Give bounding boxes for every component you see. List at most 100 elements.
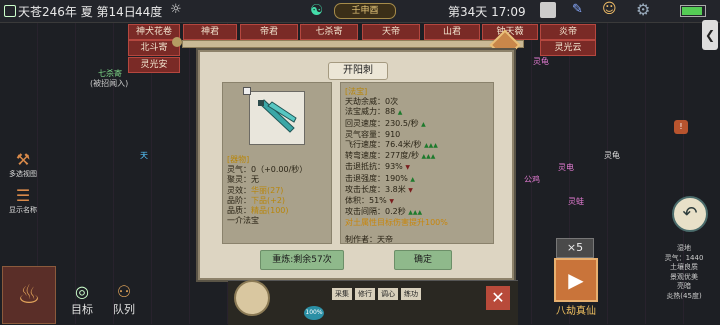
map-tag[interactable]: 天帝: [362, 24, 420, 40]
stat-line: 攻击长度：3.8米 ▼: [345, 184, 413, 194]
stat-line: 转弯速度：277度/秒 ▲▲▲: [345, 151, 436, 161]
stat-line: 法宝威力：88 ▲: [345, 107, 403, 117]
multi-select-icon: ⚒: [15, 150, 31, 169]
show-names-button[interactable]: ☰ 显示名称: [6, 186, 40, 215]
eight-kalpa-label: 八劫真仙: [556, 306, 596, 317]
map-tag[interactable]: 山君: [424, 24, 480, 40]
stat-line: [器物]: [227, 155, 250, 164]
npc-label[interactable]: 灵龟: [604, 150, 620, 161]
collapse-panel-button[interactable]: ❮: [702, 20, 718, 50]
map-tag[interactable]: 炎帝: [540, 24, 596, 40]
emoji-icon[interactable]: ☺: [602, 1, 617, 17]
notification-icon[interactable]: !: [674, 120, 688, 134]
stat-line: 一介法宝: [227, 216, 259, 226]
home-icon[interactable]: [4, 5, 16, 17]
map-tag[interactable]: 灵光安: [128, 57, 180, 73]
work-tab[interactable]: 采集: [332, 288, 352, 300]
lock-icon[interactable]: [243, 87, 251, 95]
game-time: 第34天 17:09: [448, 5, 526, 19]
item-detail-dialog: 开阳刺 [器物] 灵气：0（+0.00/秒） 聚灵：无 灵效：华丽(27) 品阶…: [198, 50, 514, 280]
stat-line: 击退强度：190% ▲: [345, 173, 416, 183]
up-arrow-icon: ▲: [410, 175, 416, 183]
treasure-stats-panel: [法宝] 天劫余威：0次 法宝威力：88 ▲ 回灵速度：230.5/秒 ▲ 灵气…: [340, 82, 494, 244]
show-names-icon: ☰: [15, 186, 31, 205]
stat-line: 品阶：下品(+2): [227, 195, 286, 205]
save-icon[interactable]: [540, 2, 556, 18]
stat-line: 灵效：华丽(27): [227, 185, 284, 195]
map-tag[interactable]: 七杀寄: [300, 24, 358, 40]
play-button[interactable]: ▶: [554, 258, 598, 302]
sun-icon: ☼: [170, 2, 182, 17]
npc-sublabel: (被招闻入): [90, 79, 129, 88]
terrain-name: 湿地: [677, 244, 691, 252]
yinyang-icon[interactable]: ☯: [310, 1, 323, 19]
up-arrow-icon: ▲: [421, 120, 426, 128]
map-tag[interactable]: 神犬花卷: [128, 24, 180, 40]
stat-line: 聚灵：无: [227, 175, 259, 185]
brush-icon[interactable]: ✎: [572, 2, 583, 17]
gourd-character[interactable]: ♨: [2, 266, 56, 324]
map-tag[interactable]: 灵光云: [540, 40, 596, 56]
game-date: 天苍246年 夏 第14日: [18, 5, 136, 19]
npc-label[interactable]: 公鸡: [524, 174, 540, 185]
npc-label[interactable]: 灵蛙: [568, 196, 584, 207]
stat-line: 飞行速度：76.4米/秒 ▲▲▲: [345, 140, 438, 150]
target-icon: ◎: [75, 282, 89, 301]
up-arrow-icon: ▲▲▲: [421, 153, 436, 161]
speed-multiplier[interactable]: ×5: [556, 238, 594, 258]
sword-icon: [258, 99, 297, 133]
temperature: 44度: [135, 5, 163, 19]
stat-line: 品质：精品(100): [227, 206, 289, 216]
stat-line: 灵气容量：910: [345, 129, 401, 139]
npc-label[interactable]: 灵电: [558, 162, 574, 173]
scroll-rod: [182, 40, 524, 48]
item-image: [249, 91, 305, 145]
terrain-brightness: 亮暗: [677, 282, 691, 291]
bottom-work-bar: [228, 280, 518, 325]
terrain-view: 景观优美: [670, 272, 698, 281]
terrain-lingqi: 灵气：1440: [664, 253, 704, 262]
up-arrow-icon: ▲▲▲: [424, 142, 438, 150]
npc-label[interactable]: 灵龟: [533, 56, 549, 67]
stat-line: 天劫余威：0次: [345, 97, 399, 107]
up-arrow-icon: ▲: [397, 109, 403, 117]
rod-ornament-left: [172, 37, 182, 47]
refine-button[interactable]: 重炼:剩余57次: [260, 250, 344, 270]
portrait-icon[interactable]: [234, 280, 270, 316]
undo-button[interactable]: ↶: [672, 196, 708, 232]
target-button[interactable]: ◎ 目标: [66, 282, 98, 317]
item-info-panel: [器物] 灵气：0（+0.00/秒） 聚灵：无 灵效：华丽(27) 品阶：下品(…: [222, 82, 332, 244]
work-tab[interactable]: 练功: [401, 288, 421, 300]
down-arrow-icon: ▼: [389, 198, 394, 206]
work-tab[interactable]: 调心: [378, 288, 398, 300]
location-plate[interactable]: 壬申酉: [334, 3, 396, 19]
stat-line: 对土属性目标伤害提升100%: [345, 218, 448, 228]
terrain-heat: 炎热(45度): [666, 291, 702, 300]
squad-button[interactable]: ⚇ 队列: [108, 282, 140, 317]
stat-line: [法宝]: [345, 87, 368, 96]
percent-badge: 100%: [304, 306, 324, 320]
stat-line: 体积：51% ▼: [345, 196, 394, 206]
map-tag[interactable]: 帝君: [240, 24, 298, 40]
dialog-title: 开阳刺: [328, 62, 388, 80]
terrain-soil: 土壤良质: [670, 263, 698, 272]
maker-line: 制作者：天帝: [345, 234, 393, 244]
gourd-icon: ♨: [17, 280, 41, 310]
play-icon: ▶: [568, 268, 584, 292]
stat-line: 攻击间隔：0.2秒 ▲▲▲: [345, 207, 423, 217]
down-arrow-icon: ▼: [405, 164, 410, 172]
stat-line: 击退抵抗：93% ▼: [345, 162, 410, 172]
terrain-info: 湿地 灵气：1440 土壤良质 景观优美 亮暗 炎热(45度): [650, 244, 718, 302]
up-arrow-icon: ▲▲▲: [408, 209, 423, 217]
squad-icon: ⚇: [116, 282, 132, 301]
battery-icon: [680, 5, 706, 17]
multi-select-button[interactable]: ⚒ 多选视图: [6, 150, 40, 179]
map-tag[interactable]: 神君: [183, 24, 237, 40]
down-arrow-icon: ▼: [408, 186, 413, 194]
confirm-button[interactable]: 确定: [394, 250, 452, 270]
gear-icon[interactable]: ⚙: [636, 0, 650, 19]
top-status-bar: 天苍246年 夏 第14日 44度 ☼ ☯ 壬申酉 第34天 17:09 ✎ ☺…: [0, 0, 720, 23]
npc-label[interactable]: 天: [140, 150, 148, 161]
work-tab[interactable]: 修行: [355, 288, 375, 300]
close-bottom-icon[interactable]: ✕: [486, 286, 510, 310]
